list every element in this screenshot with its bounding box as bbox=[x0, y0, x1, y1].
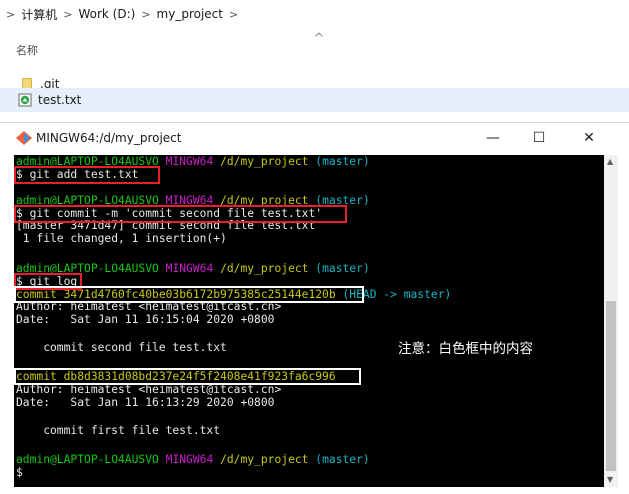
minimize-button[interactable]: — bbox=[470, 123, 516, 153]
terminal-output[interactable]: admin@LAPTOP-LO4AUSVO MINGW64 /d/my_proj… bbox=[14, 155, 604, 487]
close-button[interactable]: ✕ bbox=[566, 123, 612, 153]
highlight-box-git-add bbox=[14, 166, 160, 184]
breadcrumb-separator-icon[interactable]: > bbox=[63, 8, 72, 21]
commit-message: commit second file test.txt bbox=[16, 341, 227, 354]
date-line: Date: Sat Jan 11 16:13:29 2020 +0800 bbox=[16, 396, 275, 409]
highlight-box-commit-hash-1 bbox=[14, 286, 364, 303]
breadcrumb-separator-icon[interactable]: > bbox=[229, 8, 238, 21]
text-file-icon bbox=[18, 93, 32, 107]
annotation-text: 注意：白色框中的内容 bbox=[398, 341, 533, 357]
title-bar: MINGW64:/d/my_project — ☐ ✕ bbox=[0, 123, 629, 153]
breadcrumb-chevron-icon[interactable]: > bbox=[6, 8, 15, 21]
breadcrumb-item-folder[interactable]: my_project bbox=[157, 7, 223, 21]
scroll-down-icon[interactable]: ▼ bbox=[607, 475, 613, 484]
highlight-box-commit-hash-2 bbox=[14, 368, 361, 385]
name-column-header[interactable]: 名称 bbox=[16, 42, 38, 58]
breadcrumb-separator-icon[interactable]: > bbox=[141, 8, 150, 21]
scrollbar[interactable]: ▲ ▼ bbox=[604, 155, 618, 487]
breadcrumb-item-drive[interactable]: Work (D:) bbox=[78, 7, 135, 21]
breadcrumb-item-computer[interactable]: 计算机 bbox=[21, 6, 57, 23]
breadcrumb: > 计算机 > Work (D:) > my_project > bbox=[0, 0, 629, 28]
scrollbar-thumb[interactable] bbox=[606, 301, 616, 471]
date-line: Date: Sat Jan 11 16:15:04 2020 +0800 bbox=[16, 313, 275, 326]
window-title: MINGW64:/d/my_project bbox=[36, 131, 182, 145]
commit-message: commit first file test.txt bbox=[16, 424, 221, 437]
maximize-button[interactable]: ☐ bbox=[516, 123, 562, 153]
cursor-prompt: $ bbox=[16, 466, 23, 479]
scroll-up-icon[interactable]: ▲ bbox=[607, 157, 613, 166]
column-header: 名称 bbox=[0, 28, 629, 72]
output-line: 1 file changed, 1 insertion(+) bbox=[16, 232, 227, 245]
file-row-test-txt[interactable]: test.txt bbox=[0, 88, 629, 112]
file-name: test.txt bbox=[38, 93, 82, 107]
chevron-up-icon bbox=[315, 32, 323, 37]
prompt-line: admin@LAPTOP-LO4AUSVO MINGW64 /d/my_proj… bbox=[16, 453, 370, 466]
git-bash-icon bbox=[16, 131, 32, 145]
highlight-box-git-commit bbox=[14, 205, 347, 223]
terminal-window: MINGW64:/d/my_project — ☐ ✕ admin@LAPTOP… bbox=[0, 122, 629, 494]
